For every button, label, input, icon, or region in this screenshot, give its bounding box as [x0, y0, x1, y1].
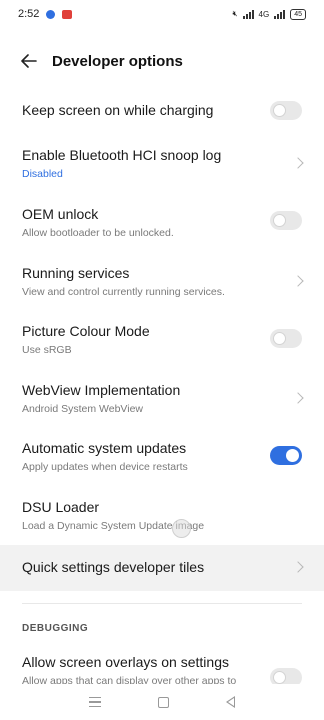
setting-keep-screen-on[interactable]: Keep screen on while charging: [0, 88, 324, 134]
signal-icon: [242, 9, 254, 19]
setting-title: Quick settings developer tiles: [22, 559, 205, 575]
section-divider: [22, 603, 302, 604]
setting-subtitle: View and control currently running servi…: [22, 286, 225, 298]
setting-subtitle: Use sRGB: [22, 344, 72, 356]
oem-unlock-toggle[interactable]: [270, 211, 302, 230]
setting-subtitle: Disabled: [22, 168, 63, 180]
chevron-right-icon: [292, 561, 304, 573]
chevron-right-icon: [292, 275, 304, 287]
setting-subtitle: Apply updates when device restarts: [22, 461, 188, 473]
setting-title: WebView Implementation: [22, 382, 181, 398]
status-time: 2:52: [18, 8, 40, 20]
setting-title: Enable Bluetooth HCI snoop log: [22, 147, 222, 163]
picture-colour-mode-toggle[interactable]: [270, 329, 302, 348]
section-header-debugging: DEBUGGING: [22, 623, 89, 634]
system-nav-bar: [0, 684, 324, 720]
setting-automatic-system-updates[interactable]: Automatic system updates Apply updates w…: [0, 431, 324, 487]
chevron-right-icon: [292, 157, 304, 169]
setting-title: DSU Loader: [22, 499, 100, 515]
back-nav-button[interactable]: [226, 696, 236, 708]
status-bar: 2:52 🔇︎ 4G 45: [0, 0, 324, 28]
setting-title: Automatic system updates: [22, 440, 187, 456]
setting-bluetooth-hci-snoop[interactable]: Enable Bluetooth HCI snoop log Disabled: [0, 138, 324, 194]
chevron-right-icon: [292, 392, 304, 404]
setting-title: Running services: [22, 265, 130, 281]
setting-quick-settings-developer-tiles[interactable]: Quick settings developer tiles: [0, 545, 324, 591]
setting-title: Picture Colour Mode: [22, 323, 150, 339]
setting-allow-screen-overlays[interactable]: Allow screen overlays on settings Allow …: [0, 646, 324, 684]
setting-title: Allow screen overlays on settings: [22, 654, 229, 670]
touch-indicator: [172, 519, 191, 538]
app-bar: Developer options: [0, 40, 324, 82]
setting-title: Keep screen on while charging: [22, 102, 214, 118]
setting-subtitle: Android System WebView: [22, 403, 144, 415]
setting-title: OEM unlock: [22, 206, 99, 222]
setting-dsu-loader[interactable]: DSU Loader Load a Dynamic System Update …: [0, 490, 324, 544]
keep-screen-on-toggle[interactable]: [270, 101, 302, 120]
battery-icon: 45: [290, 8, 306, 20]
back-button[interactable]: [14, 46, 44, 76]
recents-button[interactable]: [88, 696, 101, 708]
allow-screen-overlays-toggle[interactable]: [270, 668, 302, 684]
setting-picture-colour-mode[interactable]: Picture Colour Mode Use sRGB: [0, 314, 324, 370]
page-title: Developer options: [52, 52, 183, 70]
automatic-system-updates-toggle[interactable]: [270, 446, 302, 465]
signal-icon-2: [274, 9, 286, 19]
mute-icon: 🔇︎: [232, 9, 238, 18]
network-type: 4G: [258, 9, 270, 19]
setting-subtitle: Allow apps that can display over other a…: [22, 675, 237, 684]
setting-running-services[interactable]: Running services View and control curren…: [0, 256, 324, 312]
setting-webview-implementation[interactable]: WebView Implementation Android System We…: [0, 373, 324, 429]
setting-subtitle: Allow bootloader to be unlocked.: [22, 227, 174, 239]
settings-notification-icon: [46, 9, 56, 19]
arrow-left-icon: [21, 54, 37, 68]
home-button[interactable]: [157, 696, 169, 708]
setting-oem-unlock[interactable]: OEM unlock Allow bootloader to be unlock…: [0, 197, 324, 253]
app-notification-icon: [62, 9, 73, 19]
